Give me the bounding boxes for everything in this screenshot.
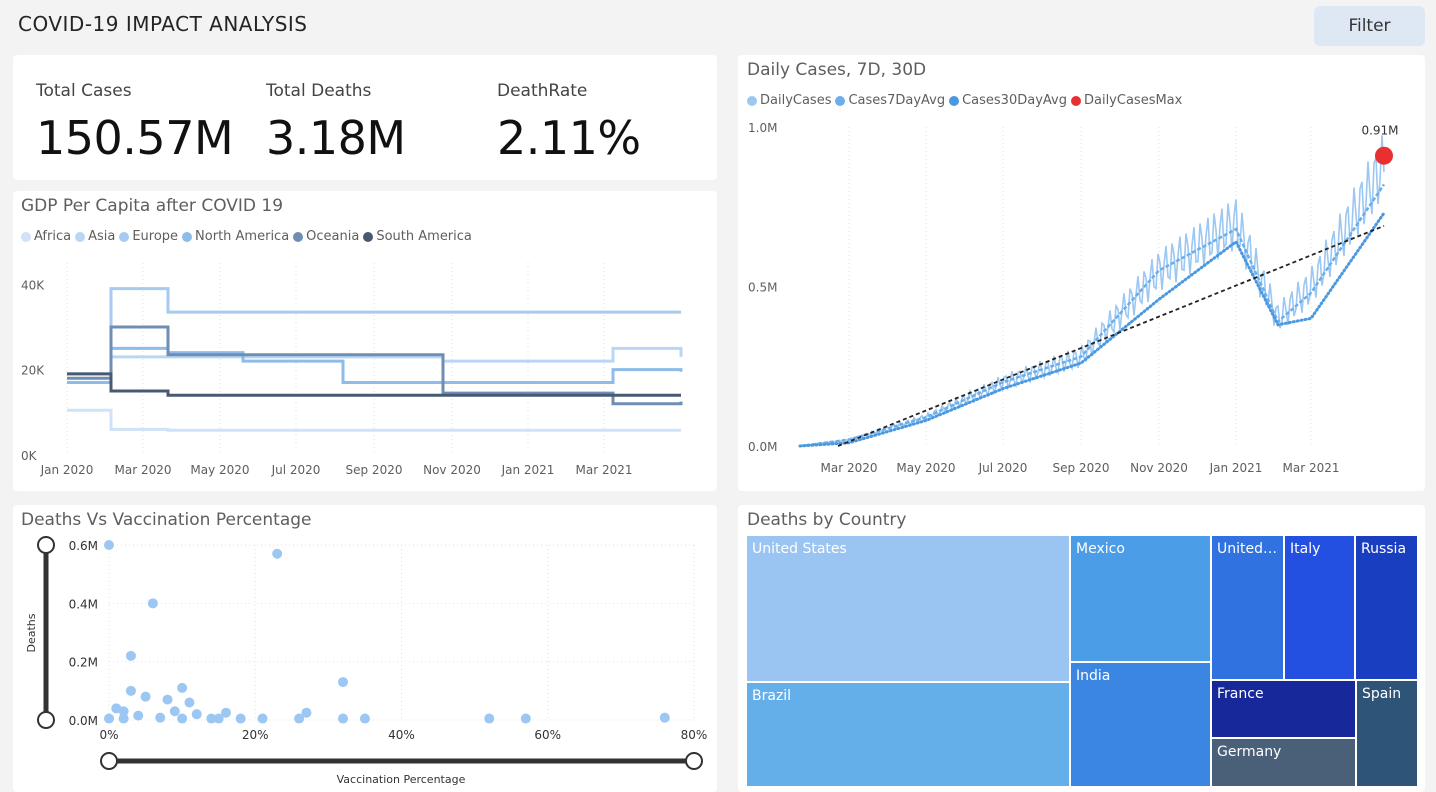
gdp-x-tick-label: Mar 2021 [576,463,633,477]
daily-cases-max-marker [1375,146,1393,165]
kpi-card: Total Cases 150.57M Total Deaths 3.18M D… [13,55,717,180]
scatter-x-tick-label: 40% [388,728,415,742]
scatter-y-tick-label: 0.6M [69,539,98,553]
gdp-y-tick-label: 40K [21,278,45,292]
scatter-point [162,694,173,705]
scatter-x-tick-label: 0% [99,728,118,742]
daily-y-tick-label: 0.5M [748,281,777,295]
daily-cases-line [799,135,1385,447]
gdp-y-tick-label: 20K [21,364,45,378]
scatter-point [140,691,151,702]
filter-button[interactable]: Filter [1314,6,1425,46]
treemap-title: Deaths by Country [747,510,907,530]
scatter-x-tick-label: 60% [534,728,561,742]
y-range-slider-handle-icon [37,536,55,554]
scatter-point [206,713,217,724]
scatter-point [484,713,495,724]
treemap-cell[interactable]: Germany [1211,738,1356,787]
gdp-y-tick-label: 0K [21,449,38,463]
scatter-point [125,685,136,696]
scatter-point [184,697,195,708]
scatter-point [125,650,136,661]
scatter-x-axis-label: Vaccination Percentage [337,773,466,786]
scatter-card[interactable]: Deaths Vs Vaccination Percentage Deaths 0… [13,505,717,792]
daily-y-tick-label: 0.0M [748,440,777,454]
gdp-x-tick-label: Mar 2020 [115,463,172,477]
treemap-cell[interactable]: United States [746,535,1070,682]
scatter-point [118,713,129,724]
x-range-slider-handle-icon [685,752,703,770]
daily-x-tick-label: Sep 2020 [1053,461,1110,475]
scatter-point [155,712,166,723]
scatter-y-tick-label: 0.4M [69,597,98,611]
daily-cases-max-label: 0.91M [1361,124,1398,138]
treemap-cell[interactable]: Mexico [1070,535,1211,662]
treemap-cell[interactable]: India [1070,662,1211,787]
scatter-point [338,677,348,688]
scatter-point [257,713,268,724]
gdp-x-tick-label: Jul 2020 [271,463,321,477]
scatter-point [177,713,188,724]
gdp-chart-plot: 40K 20K 0KJan 2020 Mar 2020 May 2020 Jul 2020… [21,263,683,477]
gdp-x-tick-label: Nov 2020 [423,463,481,477]
scatter-y-tick-label: 0.2M [69,656,98,670]
treemap-cell[interactable]: Spain [1356,680,1418,787]
treemap-cell[interactable]: France [1211,680,1356,738]
kpi-label-total-deaths: Total Deaths [266,81,372,101]
treemap-cell[interactable]: Italy [1284,535,1355,680]
scatter-y-tick-label: 0.0M [69,714,98,728]
scatter-point [235,713,246,724]
gdp-x-tick-label: Sep 2020 [346,463,403,477]
scatter-x-tick-label: 80% [681,728,708,742]
daily-trend-line [837,225,1385,447]
daily-x-tick-label: Jan 2021 [1209,461,1263,475]
kpi-label-death-rate: DeathRate [497,81,588,101]
gdp-chart-card[interactable]: GDP Per Capita after COVID 19 Africa Asia… [13,191,717,491]
scatter-point [659,712,670,723]
scatter-point [104,540,114,550]
daily-x-tick-label: Jul 2020 [978,461,1028,475]
kpi-value-death-rate: 2.11% [497,111,641,165]
gdp-series-line [67,346,683,376]
scatter-point [294,713,305,724]
treemap-cell[interactable]: United Kingdom [1211,535,1284,680]
y-range-slider-handle-icon [37,711,55,729]
page-title: COVID-19 IMPACT ANALYSIS [18,12,308,36]
daily-cases-card[interactable]: Daily Cases, 7D, 30D DailyCases Cases7Day… [738,55,1425,491]
treemap-area: United StatesBrazilMexicoIndiaUnited Kin… [746,535,1418,787]
daily-x-tick-label: Mar 2021 [1283,461,1340,475]
x-range-slider-handle-icon [100,752,118,770]
scatter-point [104,713,114,724]
treemap-cell[interactable]: Brazil [746,682,1070,787]
daily-x-tick-label: May 2020 [896,461,955,475]
scatter-point [520,713,531,724]
scatter-point [133,710,144,721]
daily-cases-plot: 1.0M 0.5M 0.0M Mar 2020 May 2020 Jul 2020 Sep … [748,121,1399,475]
scatter-point [169,706,180,717]
kpi-value-total-deaths: 3.18M [266,111,406,165]
kpi-value-total-cases: 150.57M [36,111,234,165]
scatter-point [338,713,348,724]
scatter-point [272,548,283,559]
scatter-point [147,598,158,609]
treemap-card[interactable]: Deaths by Country United States Brazil Mex… [738,505,1425,792]
kpi-label-total-cases: Total Cases [36,81,132,101]
scatter-point [191,709,202,720]
daily-x-tick-label: Mar 2020 [821,461,878,475]
gdp-x-tick-label: Jan 2020 [40,463,94,477]
treemap-cell[interactable]: Russia [1355,535,1418,680]
scatter-point [359,713,370,724]
gdp-x-tick-label: Jan 2021 [501,463,555,477]
scatter-x-tick-label: 20% [242,728,269,742]
scatter-point [177,682,188,693]
scatter-y-axis-label: Deaths [25,613,38,652]
cases-7day-avg-line [799,183,1386,448]
gdp-x-tick-label: May 2020 [190,463,249,477]
daily-x-tick-label: Nov 2020 [1130,461,1188,475]
cases-30day-avg-line [798,211,1386,448]
scatter-plot: Deaths 0.6M 0.4M 0.2M 0.0M0% 20% 40% 60% 80% Vacc… [25,536,708,786]
daily-y-tick-label: 1.0M [748,121,777,135]
